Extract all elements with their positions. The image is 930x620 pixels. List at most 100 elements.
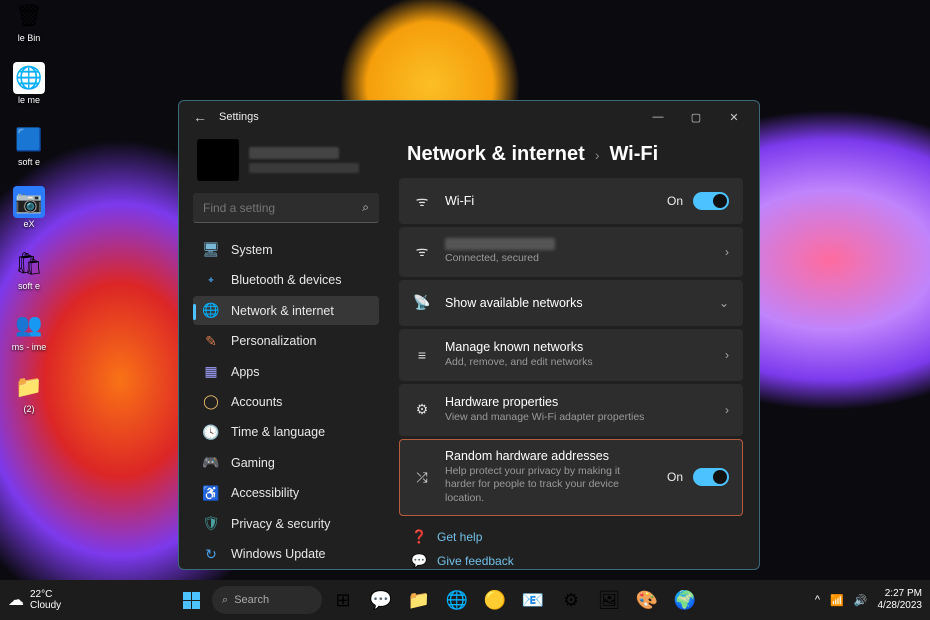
taskbar-search[interactable]: ⌕Search — [212, 586, 322, 614]
minimize-button[interactable]: — — [639, 103, 677, 131]
nav-personalization[interactable]: ✎Personalization — [193, 326, 379, 355]
content-pane: Network & internet › Wi-Fi ᯤ Wi-Fi On ᯤ — [389, 133, 759, 569]
chevron-down-icon: ⌄ — [719, 296, 729, 310]
breadcrumb-parent[interactable]: Network & internet — [407, 143, 585, 166]
chrome-icon: 🌐 — [13, 62, 45, 94]
chevron-right-icon: › — [725, 403, 729, 417]
chevron-right-icon: › — [725, 245, 729, 259]
sharex-shortcut[interactable]: 📷eX — [4, 186, 54, 230]
edge-icon: 🟦 — [13, 124, 45, 156]
breadcrumb-current: Wi-Fi — [609, 143, 658, 166]
tray-wifi-icon[interactable]: 📶 — [830, 594, 844, 607]
search-input[interactable] — [193, 193, 379, 223]
help-links: ❓Get help 💬Give feedback — [399, 519, 743, 569]
card-wifi-toggle[interactable]: ᯤ Wi-Fi On — [399, 178, 743, 224]
nav-time-language[interactable]: 🕓Time & language — [193, 418, 379, 447]
store-icon: 🛍 — [13, 248, 45, 280]
feedback-icon: 💬 — [411, 553, 427, 569]
network-icon: 🌐 — [203, 302, 219, 319]
list-icon: ≡ — [413, 347, 431, 363]
tb-app-chrome[interactable]: 🟡 — [478, 583, 512, 617]
task-view[interactable]: ⊞ — [326, 583, 360, 617]
settings-search[interactable]: ⌕ — [193, 193, 379, 223]
nav-system[interactable]: 🖥System — [193, 235, 379, 264]
nav-network[interactable]: 🌐Network & internet — [193, 296, 379, 325]
nav-gaming[interactable]: 🎮Gaming — [193, 448, 379, 477]
gear-icon: ⚙ — [413, 401, 431, 418]
settings-window: ← Settings — ▢ ✕ ⌕ 🖥System ᛭Bluetooth & … — [178, 100, 760, 570]
tb-app-settings[interactable]: ⚙ — [554, 583, 588, 617]
sharex-icon: 📷 — [13, 186, 45, 218]
store-shortcut[interactable]: 🛍soft e — [4, 248, 54, 292]
window-title: Settings — [219, 111, 259, 123]
titlebar: ← Settings — ▢ ✕ — [179, 101, 759, 133]
card-random-hw-addresses[interactable]: ⤮ Random hardware addresses Help protect… — [399, 439, 743, 516]
tray-volume-icon[interactable]: 🔊 — [854, 594, 868, 607]
nav-bluetooth[interactable]: ᛭Bluetooth & devices — [193, 265, 379, 294]
desktop-icons-column: 🗑le Bin 🌐le me 🟦soft e 📷eX 🛍soft e 👥ms -… — [4, 0, 54, 415]
nav-apps[interactable]: ▦Apps — [193, 357, 379, 386]
taskbar-tray[interactable]: ^ 📶 🔊 2:27 PM 4/28/2023 — [815, 588, 922, 612]
system-icon: 🖥 — [203, 241, 219, 258]
chevron-right-icon: › — [725, 348, 729, 362]
accessibility-icon: ♿ — [203, 485, 219, 502]
microsoft-edge-shortcut[interactable]: 🟦soft e — [4, 124, 54, 168]
card-manage-known[interactable]: ≡ Manage known networks Add, remove, and… — [399, 329, 743, 381]
nav-windows-update[interactable]: ↻Windows Update — [193, 540, 379, 569]
folder-shortcut[interactable]: 📁(2) — [4, 371, 54, 415]
back-button[interactable]: ← — [193, 109, 213, 125]
give-feedback-link[interactable]: 💬Give feedback — [411, 553, 743, 569]
taskbar: ☁ 22°C Cloudy ⌕Search ⊞ 💬 📁 🌐 🟡 📧 ⚙ 🖼 🎨 … — [0, 580, 930, 620]
chrome-shortcut[interactable]: 🌐le me — [4, 62, 54, 106]
accounts-icon: ◯ — [203, 393, 219, 410]
wifi-icon: ᯤ — [413, 192, 431, 211]
random-hw-toggle[interactable] — [693, 468, 729, 486]
card-show-available[interactable]: 📡 Show available networks ⌄ — [399, 280, 743, 326]
card-hardware-properties[interactable]: ⚙ Hardware properties View and manage Wi… — [399, 384, 743, 436]
user-account-block[interactable] — [193, 139, 379, 181]
shuffle-icon: ⤮ — [413, 469, 431, 486]
maximize-button[interactable]: ▢ — [677, 103, 715, 131]
bluetooth-icon: ᛭ — [203, 272, 219, 288]
weather-icon: ☁ — [8, 590, 24, 610]
folder-icon: 📁 — [13, 371, 45, 403]
tb-app-6[interactable]: 🎨 — [630, 583, 664, 617]
sidebar: ⌕ 🖥System ᛭Bluetooth & devices 🌐Network … — [179, 133, 389, 569]
settings-cards: ᯤ Wi-Fi On ᯤ Connected, secured › — [399, 178, 753, 569]
nav-privacy[interactable]: 🛡Privacy & security — [193, 509, 379, 538]
tb-app-chat[interactable]: 💬 — [364, 583, 398, 617]
recycle-bin[interactable]: 🗑le Bin — [4, 0, 54, 44]
personalization-icon: ✎ — [203, 333, 219, 350]
clock-icon: 🕓 — [203, 424, 219, 441]
avatar — [197, 139, 239, 181]
recycle-bin-icon: 🗑 — [13, 0, 45, 32]
user-name-blurred — [249, 147, 339, 159]
shield-icon: 🛡 — [203, 515, 219, 532]
card-current-network[interactable]: ᯤ Connected, secured › — [399, 227, 743, 277]
ssid-blurred — [445, 238, 555, 250]
tb-app-7[interactable]: 🌍 — [668, 583, 702, 617]
tb-app-explorer[interactable]: 📁 — [402, 583, 436, 617]
taskbar-center: ⌕Search ⊞ 💬 📁 🌐 🟡 📧 ⚙ 🖼 🎨 🌍 — [61, 583, 815, 617]
close-button[interactable]: ✕ — [715, 103, 753, 131]
apps-icon: ▦ — [203, 363, 219, 380]
nav-list: 🖥System ᛭Bluetooth & devices 🌐Network & … — [193, 235, 379, 569]
update-icon: ↻ — [203, 546, 219, 563]
tray-chevron-icon[interactable]: ^ — [815, 594, 820, 606]
start-button[interactable] — [174, 583, 208, 617]
search-icon: ⌕ — [222, 594, 228, 607]
tb-app-edge[interactable]: 🌐 — [440, 583, 474, 617]
taskbar-clock[interactable]: 2:27 PM 4/28/2023 — [878, 588, 923, 612]
search-icon: ⌕ — [362, 200, 369, 215]
teams-icon: 👥 — [13, 309, 45, 341]
get-help-link[interactable]: ❓Get help — [411, 529, 743, 545]
wifi-toggle[interactable] — [693, 192, 729, 210]
tb-app-mail[interactable]: 📧 — [516, 583, 550, 617]
tb-app-photos[interactable]: 🖼 — [592, 583, 626, 617]
gaming-icon: 🎮 — [203, 454, 219, 471]
nav-accessibility[interactable]: ♿Accessibility — [193, 479, 379, 508]
breadcrumb: Network & internet › Wi-Fi — [399, 139, 753, 178]
teams-shortcut[interactable]: 👥ms - ime — [4, 309, 54, 353]
taskbar-weather[interactable]: ☁ 22°C Cloudy — [8, 589, 61, 611]
nav-accounts[interactable]: ◯Accounts — [193, 387, 379, 416]
